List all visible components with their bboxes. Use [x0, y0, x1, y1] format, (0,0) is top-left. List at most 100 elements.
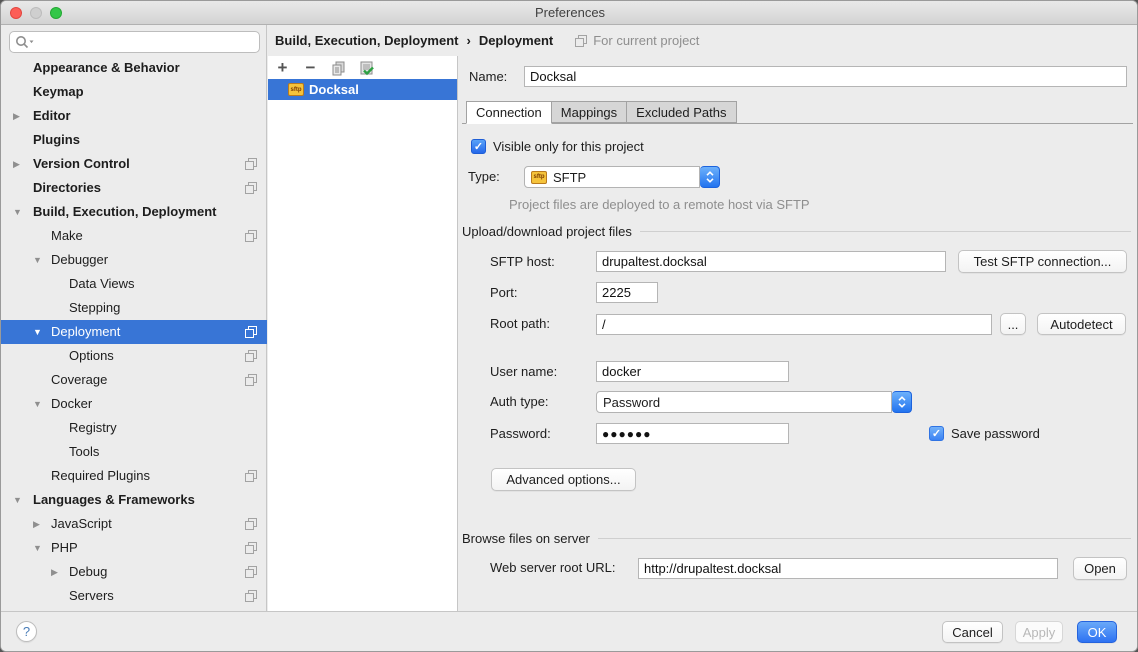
sidebar-item-php[interactable]: ▼PHP [1, 536, 267, 560]
sidebar-item-plugins[interactable]: Plugins [1, 128, 267, 152]
name-label: Name: [469, 66, 507, 87]
sidebar-item-build-execution-deployment[interactable]: ▼ Build, Execution, Deployment [1, 200, 267, 224]
password-input[interactable] [596, 423, 789, 444]
auth-type-stepper-icon[interactable] [892, 391, 912, 413]
sidebar-item-tools[interactable]: Tools [1, 440, 267, 464]
sidebar-item-editor[interactable]: ▶ Editor [1, 104, 267, 128]
sidebar-item-required-plugins[interactable]: Required Plugins [1, 464, 267, 488]
breadcrumb-page: Deployment [479, 33, 553, 48]
sidebar-item-label: Servers [69, 588, 114, 603]
password-label: Password: [490, 423, 551, 444]
settings-search[interactable] [9, 31, 260, 53]
save-password-checkbox[interactable]: ✓ [929, 426, 944, 441]
copy-server-button[interactable] [330, 60, 347, 77]
help-button[interactable]: ? [16, 621, 37, 642]
chevron-right-icon[interactable]: ▶ [51, 560, 58, 584]
type-select[interactable]: sftp SFTP [524, 166, 720, 188]
chevron-right-icon[interactable]: ▶ [33, 512, 40, 536]
save-password-label: Save password [951, 423, 1040, 444]
sidebar-item-directories[interactable]: Directories [1, 176, 267, 200]
sidebar-item-label: JavaScript [51, 516, 112, 531]
cancel-button[interactable]: Cancel [942, 621, 1003, 643]
advanced-options-button[interactable]: Advanced options... [491, 468, 636, 491]
sidebar-item-data-views[interactable]: Data Views [1, 272, 267, 296]
sidebar-item-label: Directories [33, 180, 101, 195]
web-root-input[interactable] [638, 558, 1058, 579]
tab-excluded-paths[interactable]: Excluded Paths [626, 101, 736, 123]
chevron-right-icon[interactable]: ▶ [13, 152, 20, 176]
open-url-button[interactable]: Open [1073, 557, 1127, 580]
preferences-window: Preferences Appearance & BehaviorKeymap▶… [0, 0, 1138, 652]
breadcrumb-section[interactable]: Build, Execution, Deployment [275, 33, 458, 48]
sidebar-item-label: Required Plugins [51, 468, 150, 483]
port-input[interactable] [596, 282, 658, 303]
chevron-down-icon[interactable]: ▼ [33, 536, 42, 560]
sidebar-item-docker[interactable]: ▼ Docker [1, 392, 267, 416]
project-scope-icon [245, 542, 257, 554]
sftp-type-icon: sftp [531, 171, 547, 184]
scope-indicator: For current project [575, 33, 699, 48]
chevron-right-icon[interactable]: ▶ [13, 104, 20, 128]
visible-only-checkbox[interactable]: ✓ [471, 139, 486, 154]
type-select-stepper-icon[interactable] [700, 166, 720, 188]
sidebar-item-servers[interactable]: Servers [1, 584, 267, 608]
sidebar-item-debugger[interactable]: ▼Debugger [1, 248, 267, 272]
type-label: Type: [468, 166, 500, 188]
sidebar-item-debug[interactable]: ▶Debug [1, 560, 267, 584]
ok-button[interactable]: OK [1077, 621, 1117, 643]
auth-type-select[interactable]: Password [596, 391, 912, 413]
tab-mappings[interactable]: Mappings [551, 101, 627, 123]
sftp-file-icon: sftp [288, 83, 304, 96]
remove-server-button[interactable]: − [302, 60, 319, 77]
tab-connection[interactable]: Connection [466, 101, 552, 124]
project-scope-icon [245, 374, 257, 386]
sidebar-item-registry[interactable]: Registry [1, 416, 267, 440]
search-input[interactable] [35, 33, 254, 51]
sidebar-item-languages-frameworks[interactable]: ▼ Languages & Frameworks [1, 488, 267, 512]
sidebar-item-stepping[interactable]: Stepping [1, 296, 267, 320]
autodetect-button[interactable]: Autodetect [1037, 313, 1126, 335]
sidebar-item-label: Docker [51, 396, 92, 411]
name-input[interactable] [524, 66, 1127, 87]
sidebar-item-options[interactable]: Options [1, 344, 267, 368]
user-name-input[interactable] [596, 361, 789, 382]
sidebar-item-coverage[interactable]: Coverage [1, 368, 267, 392]
sidebar-item-javascript[interactable]: ▶ JavaScript [1, 512, 267, 536]
sidebar-item-appearance-behavior[interactable]: Appearance & Behavior [1, 56, 267, 80]
sidebar-item-version-control[interactable]: ▶Version Control [1, 152, 267, 176]
chevron-down-icon[interactable]: ▼ [13, 488, 22, 512]
project-scope-icon [245, 566, 257, 578]
dialog-footer: ? Cancel Apply OK [1, 611, 1138, 652]
sidebar-item-label: Appearance & Behavior [33, 60, 180, 75]
sidebar-item-label: Build, Execution, Deployment [33, 204, 216, 219]
sftp-host-input[interactable] [596, 251, 946, 272]
window-title: Preferences [1, 1, 1138, 25]
auth-type-label: Auth type: [490, 391, 549, 413]
settings-sidebar: Appearance & BehaviorKeymap▶EditorPlugin… [1, 25, 267, 611]
user-name-label: User name: [490, 361, 557, 382]
add-server-button[interactable]: + [274, 60, 291, 77]
project-scope-icon [245, 230, 257, 242]
server-list-panel: + − sftp Docksal [268, 56, 458, 611]
sidebar-item-label: Data Views [69, 276, 135, 291]
project-scope-icon [245, 158, 257, 170]
chevron-down-icon[interactable]: ▼ [33, 320, 42, 344]
sidebar-item-keymap[interactable]: Keymap [1, 80, 267, 104]
sidebar-item-label: Tools [69, 444, 99, 459]
sidebar-item-deployment[interactable]: ▼Deployment [1, 320, 267, 344]
root-path-input[interactable] [596, 314, 992, 335]
sidebar-item-label: Languages & Frameworks [33, 492, 195, 507]
apply-button[interactable]: Apply [1015, 621, 1063, 643]
chevron-down-icon[interactable]: ▼ [13, 200, 22, 224]
server-list-item-docksal[interactable]: sftp Docksal [268, 79, 457, 100]
browse-root-path-button[interactable]: ... [1000, 313, 1026, 335]
chevron-down-icon[interactable]: ▼ [33, 392, 42, 416]
upload-section-title: Upload/download project files [462, 224, 632, 239]
test-sftp-connection-button[interactable]: Test SFTP connection... [958, 250, 1127, 273]
sidebar-item-label: Editor [33, 108, 71, 123]
browse-section-title: Browse files on server [462, 531, 590, 546]
sidebar-item-make[interactable]: Make [1, 224, 267, 248]
chevron-down-icon[interactable]: ▼ [33, 248, 42, 272]
use-as-default-button[interactable] [358, 60, 375, 77]
project-scope-icon [245, 182, 257, 194]
